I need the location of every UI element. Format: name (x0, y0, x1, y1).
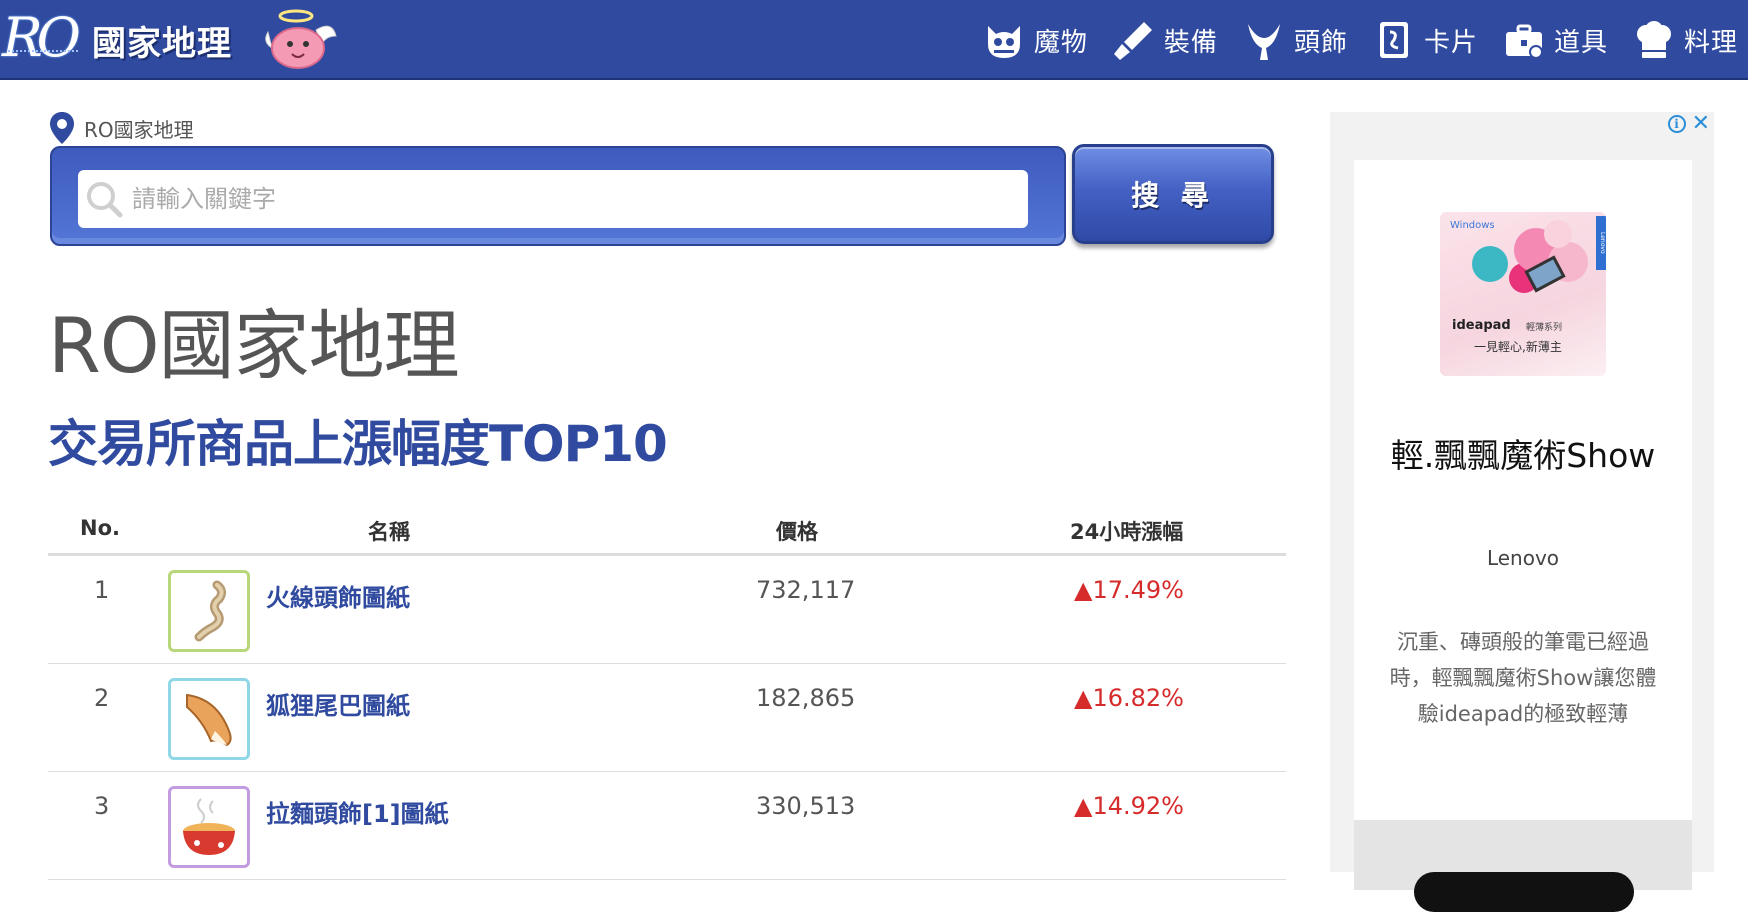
search-input[interactable] (132, 185, 1012, 213)
top-navbar: RO 國家地理 魔物 裝備 頭飾 卡片 道具 料理 (0, 0, 1748, 80)
item-price: 732,117 (756, 576, 856, 604)
item-price: 330,513 (756, 792, 856, 820)
logo-text: 國家地理 (92, 24, 232, 64)
search-field (78, 170, 1028, 228)
breadcrumb: RO國家地理 (50, 112, 194, 144)
ranking-table: No. 名稱 價格 24小時漲幅 1 火線頭飾圖紙 732,117 ▲17.49… (48, 508, 1286, 880)
main-nav: 魔物 裝備 頭飾 卡片 道具 料理 (958, 0, 1738, 80)
toolbox-icon (1505, 24, 1543, 59)
nav-item-card[interactable]: 卡片 (1374, 20, 1478, 60)
rope-item-icon (194, 580, 227, 642)
nav-label-monster: 魔物 (1033, 27, 1088, 58)
item-name-link[interactable]: 狐狸尾巴圖紙 (266, 686, 410, 721)
row-rank: 3 (94, 792, 110, 820)
item-change: ▲16.82% (1074, 684, 1184, 712)
nav-label-cooking: 料理 (1683, 27, 1738, 58)
column-header-name: 名稱 (368, 520, 410, 544)
section-title: 交易所商品上漲幅度TOP10 (48, 415, 668, 473)
nav-item-monster[interactable]: 魔物 (984, 20, 1088, 60)
search-panel (50, 146, 1066, 246)
ramen-bowl-icon (183, 798, 235, 855)
ad-image-brand: ideapad (1452, 318, 1511, 333)
column-header-no: No. (80, 516, 120, 540)
ad-image-windows-text: Windows (1450, 220, 1495, 231)
nav-item-cooking[interactable]: 料理 (1634, 20, 1738, 60)
page-title: RO國家地理 (48, 301, 460, 390)
fox-tail-icon (186, 693, 232, 747)
table-header: No. 名稱 價格 24小時漲幅 (48, 508, 1286, 556)
nav-label-item: 道具 (1553, 27, 1608, 58)
ad-footer (1354, 820, 1692, 912)
column-header-change: 24小時漲幅 (1070, 520, 1184, 544)
site-logo[interactable]: RO 國家地理 (0, 0, 360, 80)
table-row[interactable]: 1 火線頭飾圖紙 732,117 ▲17.49% (48, 556, 1286, 664)
ad-card[interactable]: Windows Lenovo ideapad 輕薄系列 一見輕心,新薄主 輕.飄… (1354, 160, 1692, 912)
ad-body-text: 沉重、磚頭般的筆電已經過時，輕飄飄魔術Show讓您體驗ideapad的極致輕薄 (1389, 630, 1657, 726)
ad-image-brand-sub: 輕薄系列 (1526, 323, 1563, 333)
row-rank: 1 (94, 576, 110, 604)
item-change: ▲17.49% (1074, 576, 1184, 604)
card-icon (1379, 22, 1408, 58)
item-change: ▲14.92% (1074, 792, 1184, 820)
nav-item-headgear[interactable]: 頭飾 (1244, 20, 1348, 60)
ad-image-lenovo-strip: Lenovo (1596, 216, 1606, 270)
nav-item-item[interactable]: 道具 (1504, 20, 1608, 60)
row-rank: 2 (94, 684, 110, 712)
item-price: 182,865 (756, 684, 856, 712)
column-header-price: 價格 (776, 520, 818, 544)
ad-controls: i ✕ (1667, 113, 1710, 135)
item-name-link[interactable]: 火線頭飾圖紙 (266, 578, 410, 613)
ad-cta-button[interactable] (1414, 872, 1634, 912)
ad-close-icon[interactable]: ✕ (1692, 113, 1710, 135)
ad-image-tagline: 一見輕心,新薄主 (1474, 340, 1562, 354)
horns-icon (1247, 24, 1280, 60)
monster-face-icon (987, 26, 1020, 58)
nav-label-card: 卡片 (1423, 27, 1478, 58)
ad-info-icon[interactable]: i (1667, 115, 1686, 133)
nav-label-equipment: 裝備 (1163, 27, 1218, 58)
nav-label-headgear: 頭飾 (1293, 27, 1348, 58)
poring-angel-mascot-icon (265, 9, 337, 69)
ad-panel: i ✕ Windows Lenovo ideapad 輕薄系列 一見輕心,新薄主… (1330, 112, 1714, 912)
logo-ro-mark: RO (2, 6, 81, 69)
search-button[interactable]: 搜 尋 (1072, 144, 1274, 244)
item-thumbnail[interactable] (168, 786, 250, 868)
table-row[interactable]: 2 狐狸尾巴圖紙 182,865 ▲16.82% (48, 664, 1286, 772)
logo-ro-underline (8, 50, 78, 54)
item-name-link[interactable]: 拉麵頭飾[1]圖紙 (266, 794, 449, 829)
item-thumbnail[interactable] (168, 678, 250, 760)
ad-headline[interactable]: 輕.飄飄魔術Show (1354, 434, 1692, 478)
map-pin-icon (50, 112, 74, 144)
nav-item-equipment[interactable]: 裝備 (1113, 20, 1218, 60)
item-thumbnail[interactable] (168, 570, 250, 652)
search-icon (87, 182, 123, 218)
breadcrumb-link[interactable]: RO國家地理 (84, 114, 194, 143)
ad-advertiser: Lenovo (1486, 546, 1560, 570)
chef-hat-icon (1636, 21, 1671, 58)
sword-icon (1113, 22, 1152, 60)
table-row[interactable]: 3 拉麵頭飾[1]圖紙 330,513 ▲14.92% (48, 772, 1286, 880)
ad-image[interactable]: Windows Lenovo ideapad 輕薄系列 一見輕心,新薄主 (1440, 212, 1606, 376)
